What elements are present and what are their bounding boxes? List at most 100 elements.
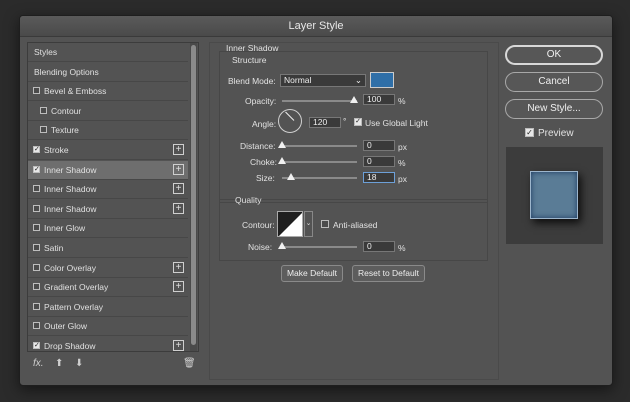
opacity-slider-thumb[interactable] [350, 96, 358, 103]
trash-icon[interactable]: 🗑 [183, 358, 196, 369]
opacity-input[interactable]: 100 [363, 94, 395, 105]
sidebar-item[interactable]: Styles [28, 43, 188, 62]
opacity-unit: % [398, 96, 406, 106]
distance-slider-track[interactable] [282, 145, 357, 147]
angle-input[interactable]: 120 [309, 117, 341, 128]
sidebar-item-checkbox[interactable]: ✓ [33, 342, 40, 349]
choke-slider-thumb[interactable] [278, 157, 286, 164]
sidebar-item-label: Satin [44, 243, 64, 253]
sidebar-item-checkbox[interactable] [33, 244, 40, 251]
distance-slider-thumb[interactable] [278, 141, 286, 148]
size-slider-thumb[interactable] [287, 173, 295, 180]
sidebar-item-checkbox[interactable] [33, 87, 40, 95]
size-input[interactable]: 18 [363, 172, 395, 183]
dialog-title: Layer Style [20, 16, 612, 37]
sidebar-item-label: Stroke [44, 145, 69, 155]
sidebar-item-label: Inner Shadow [44, 184, 97, 195]
make-default-button[interactable]: Make Default [281, 265, 343, 282]
sidebar-item-label: Drop Shadow [44, 341, 96, 351]
sidebar-item[interactable]: Inner Glow [28, 219, 188, 239]
structure-title: Structure [232, 55, 267, 65]
list-scrollbar-thumb[interactable] [191, 45, 196, 345]
sidebar-item[interactable]: Satin [28, 239, 188, 258]
new-style-button[interactable]: New Style... [505, 99, 603, 119]
sidebar-item[interactable]: Inner Shadow + [28, 200, 188, 219]
noise-input[interactable]: 0 [363, 241, 395, 252]
sidebar-item-checkbox[interactable] [33, 302, 40, 310]
angle-dial-hand [285, 111, 295, 121]
sidebar-item-checkbox[interactable] [33, 224, 40, 232]
preview-checkbox[interactable]: ✓ [525, 128, 534, 137]
sidebar-item[interactable]: Blending Options [28, 63, 188, 82]
shadow-color-swatch[interactable] [370, 72, 394, 88]
sidebar-item[interactable]: Inner Shadow + [28, 180, 188, 200]
sidebar-item-label: Inner Glow [44, 223, 86, 234]
noise-slider-thumb[interactable] [278, 242, 286, 249]
sidebar-item-label: Contour [51, 105, 82, 116]
chevron-down-icon: ⌄ [354, 75, 362, 85]
sidebar-item[interactable]: Gradient Overlay + [28, 278, 188, 298]
sidebar-item[interactable]: ✓ Drop Shadow + [28, 337, 188, 351]
sidebar-item-label: Outer Glow [44, 321, 87, 332]
sidebar-item[interactable]: ✓ Stroke + [28, 141, 188, 160]
layer-style-dialog: Layer Style ✓ Drop Shadow + Outer Glow Patte… [19, 15, 613, 386]
add-effect-icon[interactable]: + [173, 202, 184, 214]
sidebar-item-checkbox[interactable] [33, 185, 40, 193]
chevron-down-icon[interactable]: ⌄ [304, 211, 313, 237]
sidebar-item-checkbox[interactable] [33, 263, 40, 271]
add-effect-icon[interactable]: + [173, 281, 184, 293]
use-global-light-checkbox[interactable]: ✓ [354, 118, 362, 126]
sidebar-item[interactable]: Contour [28, 102, 188, 121]
sidebar-item-checkbox[interactable] [33, 204, 40, 212]
size-label: Size: [256, 173, 275, 183]
sidebar-item[interactable]: ✓ Inner Shadow + [28, 160, 188, 180]
contour-curve [278, 212, 302, 236]
angle-dial[interactable] [278, 109, 302, 133]
reset-to-default-button[interactable]: Reset to Default [352, 265, 425, 282]
choke-label: Choke: [250, 157, 277, 167]
list-footer: fx. ⬆ ⬇ 🗑 [27, 356, 197, 374]
noise-slider-track[interactable] [282, 246, 357, 248]
sidebar-item[interactable]: Pattern Overlay [28, 298, 188, 317]
add-effect-icon[interactable]: + [173, 183, 184, 195]
sidebar-item-checkbox[interactable] [40, 126, 47, 134]
fx-icon[interactable]: fx. [33, 358, 44, 369]
choke-input[interactable]: 0 [363, 156, 395, 167]
quality-title: Quality [235, 195, 262, 205]
move-up-icon[interactable]: ⬆ [55, 358, 63, 369]
distance-label: Distance: [240, 141, 276, 151]
sidebar-item-checkbox[interactable] [40, 106, 47, 114]
distance-unit: px [398, 142, 407, 152]
choke-unit: % [398, 158, 406, 168]
sidebar-item[interactable]: Bevel & Emboss [28, 82, 188, 102]
ok-button[interactable]: OK [505, 45, 603, 65]
sidebar-item[interactable]: Outer Glow [28, 317, 188, 337]
add-effect-icon[interactable]: + [173, 163, 184, 175]
list-scrollbar[interactable] [190, 43, 197, 351]
noise-label: Noise: [248, 242, 273, 252]
sidebar-item-checkbox[interactable]: ✓ [33, 146, 40, 153]
sidebar-item-label: Color Overlay [44, 262, 96, 273]
sidebar-item-checkbox[interactable] [33, 322, 40, 330]
contour-preview[interactable] [277, 211, 303, 237]
sidebar-item[interactable]: Texture [28, 121, 188, 141]
anti-aliased-label: Anti-aliased [333, 220, 378, 230]
noise-unit: % [398, 243, 406, 253]
preview-label: Preview [538, 128, 574, 139]
move-down-icon[interactable]: ⬇ [75, 358, 83, 369]
sidebar-item-label: Pattern Overlay [44, 301, 104, 312]
add-effect-icon[interactable]: + [173, 144, 184, 155]
sidebar-item[interactable]: Color Overlay + [28, 259, 188, 278]
distance-input[interactable]: 0 [363, 140, 395, 151]
anti-aliased-checkbox[interactable] [321, 220, 329, 228]
blend-mode-label: Blend Mode: [228, 76, 276, 86]
add-effect-icon[interactable]: + [173, 340, 184, 351]
style-list: ✓ Drop Shadow + Outer Glow Pattern Overlay Gr… [27, 42, 199, 352]
choke-slider-track[interactable] [282, 161, 357, 163]
cancel-button[interactable]: Cancel [505, 72, 603, 92]
sidebar-item-checkbox[interactable]: ✓ [33, 165, 40, 173]
blend-mode-select[interactable]: Normal ⌄ [280, 74, 366, 87]
add-effect-icon[interactable]: + [173, 261, 184, 273]
opacity-slider-track[interactable] [282, 100, 357, 102]
sidebar-item-checkbox[interactable] [33, 283, 40, 291]
